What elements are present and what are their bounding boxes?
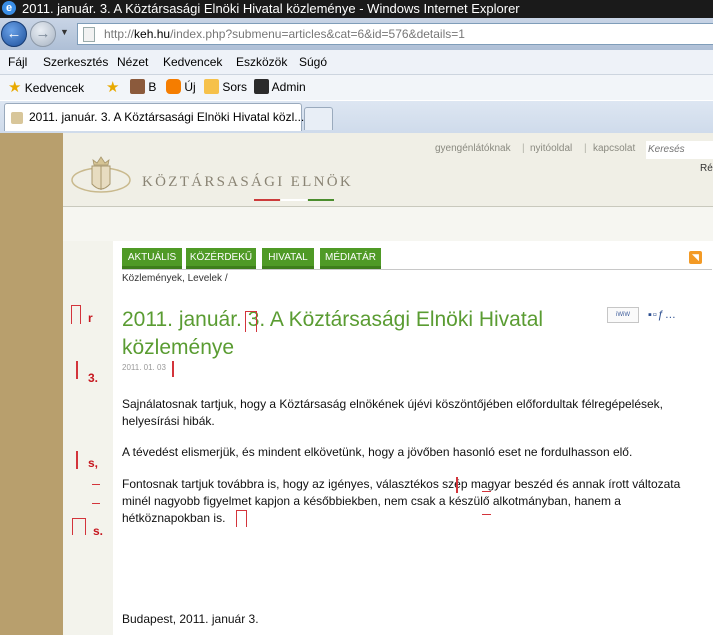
proof-mark-5 (72, 518, 86, 535)
favorite-link-uj[interactable]: Új (166, 75, 196, 100)
window-title: 2011. január. 3. A Köztársasági Elnöki H… (22, 1, 520, 16)
proof-mark-inline-5 (236, 510, 247, 527)
article-date: 2011. 01. 03 (122, 363, 166, 372)
favorite-link-admin[interactable]: Admin (254, 75, 306, 100)
proof-mark-inline-4 (482, 491, 491, 515)
forward-button[interactable]: → (30, 21, 56, 47)
proof-margin-note-1: r (88, 311, 93, 325)
left-decor-strip (0, 133, 63, 635)
new-tab-button[interactable] (304, 107, 333, 130)
proof-margin-note-3: s, (88, 456, 99, 470)
proof-mark-inline-1 (245, 311, 257, 332)
header-link-partial[interactable]: Ré (700, 163, 713, 174)
nav-tab-aktualis[interactable]: AKTUÁLIS (122, 248, 182, 269)
link-accessibility[interactable]: gyengénlátóknak (435, 143, 511, 154)
star-icon: ★ (8, 79, 22, 96)
nav-divider (122, 269, 712, 270)
proof-mark-inline-2 (172, 361, 174, 377)
breadcrumb[interactable]: Közlemények, Levelek / (122, 273, 228, 284)
link-contact[interactable]: kapcsolat (593, 143, 635, 154)
menu-help[interactable]: Súgó (299, 50, 327, 74)
article-title: 2011. január. 3. A Köztársasági Elnöki H… (122, 308, 544, 359)
proof-mark-inline-3 (456, 477, 458, 493)
menu-bar: Fájl Szerkesztés Nézet Kedvencek Eszközö… (0, 50, 713, 75)
share-icons[interactable]: ▪▫ƒ… (648, 309, 677, 321)
flag-stripe-red (254, 199, 280, 201)
flag-stripe-green (308, 199, 334, 201)
page-viewport: gyengénlátóknak | nyitóoldal | kapcsolat… (0, 133, 713, 635)
proof-mark-1 (71, 305, 81, 324)
window-titlebar: e 2011. január. 3. A Köztársasági Elnöki… (0, 0, 713, 18)
add-favorite-icon[interactable]: ★ (106, 75, 119, 101)
blogger-icon (166, 79, 181, 94)
menu-favorites[interactable]: Kedvencek (163, 50, 222, 74)
blog-icon (254, 79, 269, 94)
internet-explorer-icon: e (2, 1, 16, 15)
menu-edit[interactable]: Szerkesztés (43, 50, 108, 74)
search-input[interactable] (646, 141, 713, 159)
navigation-toolbar: ← → ▼ http://keh.hu/index.php?submenu=ar… (0, 18, 713, 50)
site-title[interactable]: KÖZTÁRSASÁGI ELNÖK (142, 174, 353, 191)
favorites-bar: ★ Kedvencek ★ B Új Sors Admin (0, 75, 713, 100)
link-home[interactable]: nyitóoldal (530, 143, 572, 154)
menu-file[interactable]: Fájl (8, 50, 27, 74)
address-bar[interactable]: http://keh.hu/index.php?submenu=articles… (77, 23, 713, 45)
proof-mark-3 (76, 451, 78, 469)
article-paragraph-2: A tévedést elismerjük, és mindent elköve… (122, 445, 633, 459)
article-paragraph-3: Fontosnak tartjuk továbbra is, hogy az i… (122, 477, 681, 525)
nav-tab-kozerdeku[interactable]: KÖZÉRDEKŰ (186, 248, 256, 269)
menu-tools[interactable]: Eszközök (236, 50, 287, 74)
favorite-link-b[interactable]: B (130, 75, 156, 100)
nav-tab-hivatal[interactable]: HIVATAL (262, 248, 314, 269)
flag-stripe-white (281, 199, 307, 201)
nav-tab-mediatar[interactable]: MÉDIATÁR (320, 248, 381, 269)
article-paragraph-1: Sajnálatosnak tartjuk, hogy a Köztársasá… (122, 397, 664, 428)
proof-margin-note-4: s. (93, 524, 104, 538)
proof-mark-2 (76, 361, 78, 379)
tab-strip: 2011. január. 3. A Köztársasági Elnöki H… (0, 101, 713, 133)
blog-icon (204, 79, 219, 94)
article-closing: Budapest, 2011. január 3. (122, 612, 259, 626)
proof-margin-note-2: 3. (88, 371, 99, 385)
proof-mark-4 (92, 484, 100, 504)
address-url: http://keh.hu/index.php?submenu=articles… (104, 27, 465, 41)
menu-view[interactable]: Nézet (117, 50, 148, 74)
header-band (63, 207, 713, 241)
rss-icon[interactable]: ◥ (689, 251, 702, 264)
coat-of-arms-icon (71, 156, 131, 193)
page-icon (83, 27, 95, 42)
avatar-icon (130, 79, 145, 94)
share-iwiw-icon[interactable]: iWiW (607, 307, 639, 323)
favorites-button[interactable]: ★ Kedvencek (8, 75, 84, 101)
back-button[interactable]: ← (1, 21, 27, 47)
favorite-link-sors[interactable]: Sors (204, 75, 247, 100)
tab-active[interactable]: 2011. január. 3. A Köztársasági Elnöki H… (4, 103, 304, 131)
history-dropdown-icon[interactable]: ▼ (60, 27, 69, 37)
site-favicon-icon (11, 112, 23, 124)
